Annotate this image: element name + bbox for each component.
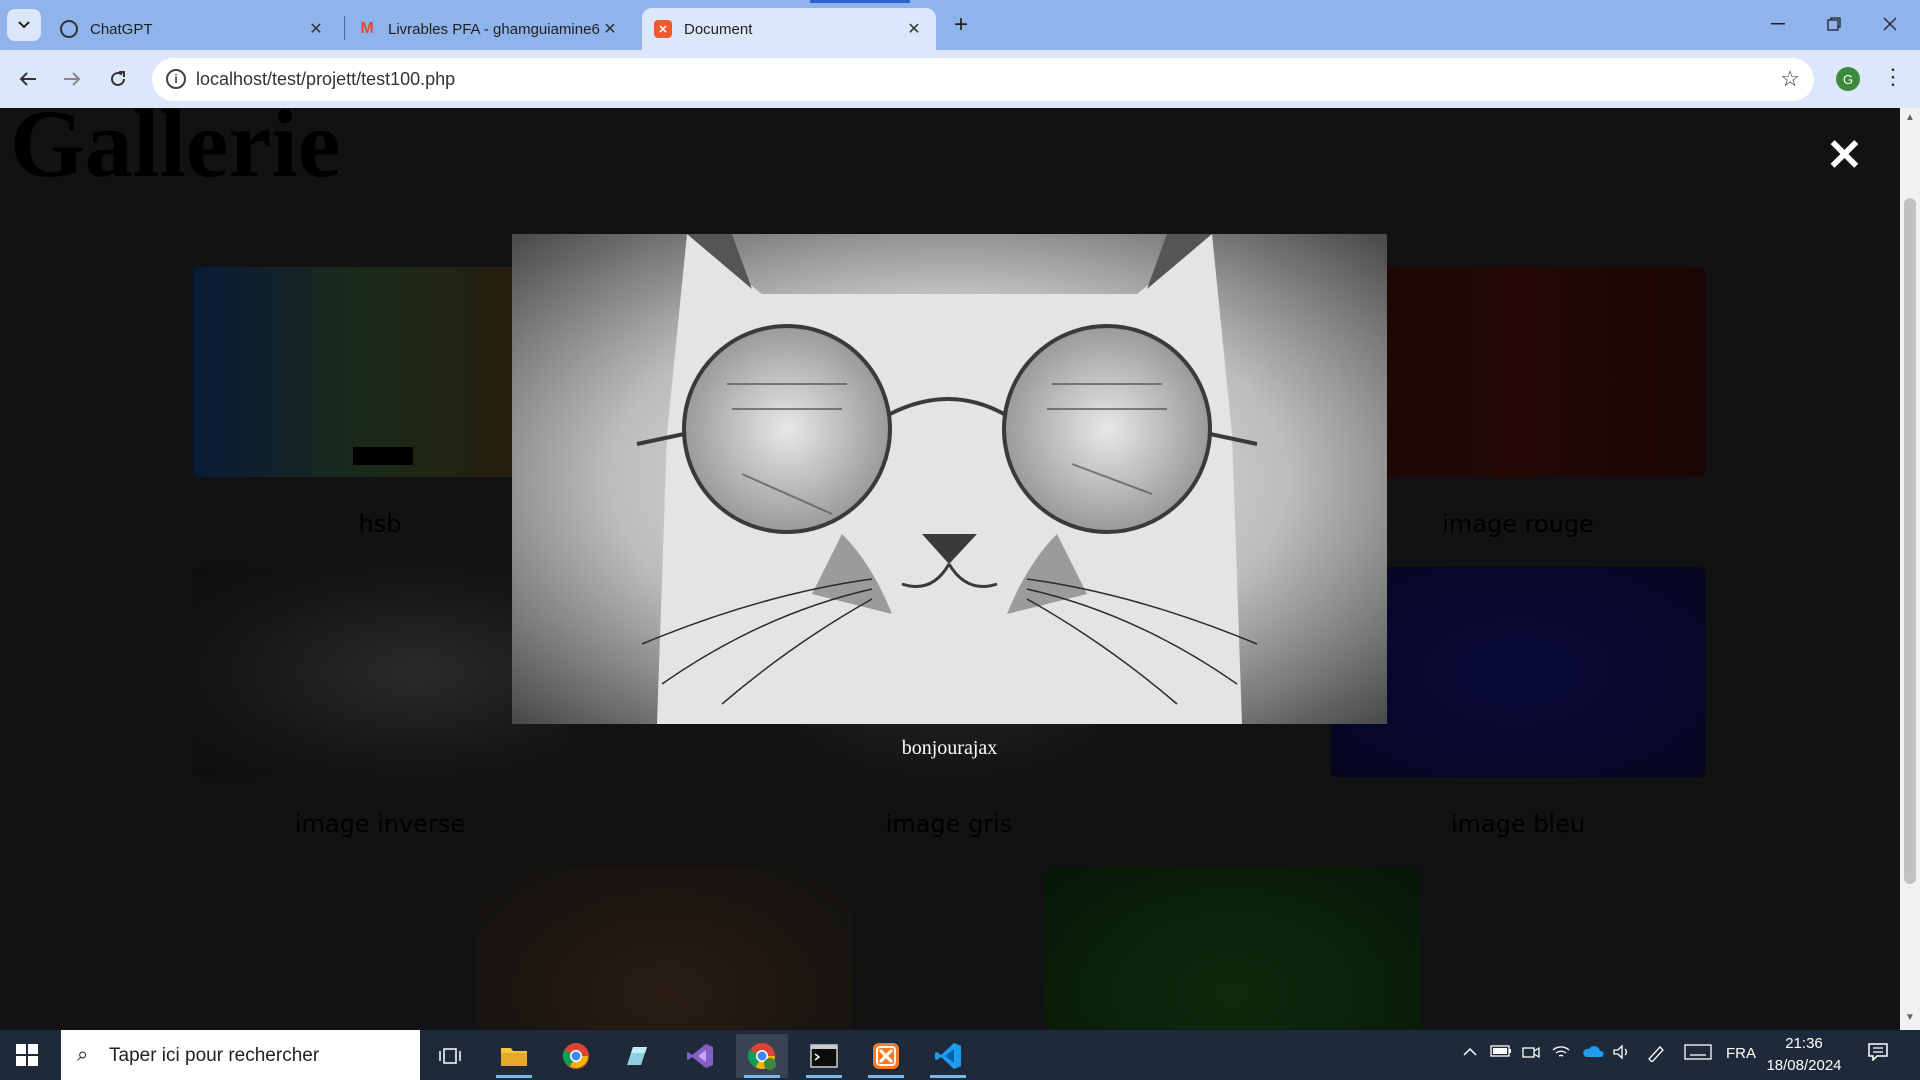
modal-image: [512, 234, 1387, 724]
modal-close-button[interactable]: ✕: [1826, 134, 1863, 178]
gallery-label-rouge: image rouge: [1442, 510, 1594, 538]
folder-icon: [501, 1048, 527, 1066]
task-view-button[interactable]: [424, 1034, 476, 1078]
scrollbar-thumb[interactable]: [1904, 198, 1916, 884]
taskbar-app-notes[interactable]: [610, 1034, 662, 1078]
xampp-icon: [873, 1043, 899, 1069]
tab-close-icon[interactable]: ✕: [306, 19, 326, 39]
minimize-button[interactable]: [1750, 0, 1806, 48]
site-info-icon[interactable]: i: [166, 69, 186, 89]
thumbnail-detail: [353, 447, 413, 465]
taskbar-file-explorer[interactable]: [488, 1034, 540, 1078]
minimize-icon: [1771, 23, 1785, 25]
clock-date[interactable]: 18/08/2024: [1766, 1057, 1842, 1074]
arrow-left-icon: [19, 72, 36, 86]
page-title: Gallerie: [10, 108, 341, 197]
tab-title: ChatGPT: [90, 20, 153, 38]
close-icon: [1883, 17, 1897, 31]
battery-icon[interactable]: [1490, 1044, 1512, 1061]
note-app-icon: [627, 1047, 647, 1065]
bookmark-star-icon[interactable]: ☆: [1780, 66, 1800, 92]
task-view-icon: [439, 1048, 461, 1064]
scroll-down-arrow-icon[interactable]: ▼: [1903, 1012, 1917, 1023]
chrome-profile-icon: [747, 1043, 776, 1070]
address-bar[interactable]: i localhost/test/projett/test100.php ☆: [152, 58, 1814, 101]
terminal-icon: [810, 1044, 838, 1068]
tab-chatgpt[interactable]: ChatGPT ✕: [48, 8, 338, 50]
pen-icon[interactable]: [1646, 1044, 1666, 1066]
reload-icon: [111, 71, 125, 86]
tab-close-icon[interactable]: ✕: [600, 19, 620, 39]
modal-caption: bonjourajax: [901, 737, 998, 759]
search-placeholder: Taper ici pour rechercher: [109, 1045, 320, 1066]
chrome-icon: [562, 1043, 589, 1069]
wifi-icon[interactable]: [1552, 1044, 1570, 1064]
keyboard-icon[interactable]: [1684, 1044, 1712, 1064]
forward-button[interactable]: [56, 63, 88, 95]
gallery-thumbnail-bleu[interactable]: [1331, 567, 1705, 777]
volume-icon[interactable]: [1612, 1044, 1632, 1064]
gallery-label-inverse: image inverse: [294, 810, 466, 838]
camera-icon[interactable]: [1522, 1044, 1540, 1064]
arrow-right-icon: [64, 72, 81, 86]
tab-search-button[interactable]: [7, 9, 41, 41]
gmail-favicon-icon: M: [360, 20, 374, 37]
visual-studio-icon: [687, 1044, 713, 1068]
xampp-favicon-icon: ✕: [654, 20, 672, 38]
new-tab-button[interactable]: +: [944, 8, 978, 42]
onedrive-icon[interactable]: [1582, 1044, 1604, 1062]
chevron-down-icon: [18, 21, 30, 29]
tab-title: Livrables PFA - ghamguiamine6: [388, 20, 600, 38]
taskbar-xampp[interactable]: [860, 1034, 912, 1078]
notifications-icon[interactable]: [1868, 1043, 1888, 1065]
gallery-label-hsb: hsb: [358, 510, 402, 538]
url-text[interactable]: localhost/test/projett/test100.php: [196, 69, 455, 90]
tab-loading-indicator: [810, 0, 910, 3]
browser-menu-icon[interactable]: ⋮: [1882, 64, 1904, 90]
restore-icon: [1827, 17, 1841, 31]
gallery-label-bleu: image bleu: [1450, 810, 1586, 838]
windows-start-icon[interactable]: [16, 1044, 38, 1066]
reload-button[interactable]: [102, 63, 134, 95]
search-icon: ⌕: [77, 1044, 89, 1066]
taskbar-chrome[interactable]: [550, 1034, 602, 1078]
taskbar-chrome-profile[interactable]: [736, 1034, 788, 1078]
gallery-thumbnail-rouge[interactable]: [1331, 267, 1705, 477]
scroll-up-arrow-icon[interactable]: ▲: [1903, 112, 1917, 123]
grayscale-cat-image: [512, 234, 1387, 724]
profile-avatar[interactable]: G: [1836, 67, 1860, 91]
gallery-thumbnail-row3-right[interactable]: [1046, 867, 1420, 1030]
tab-title: Document: [684, 20, 753, 38]
clock-time[interactable]: 21:36: [1766, 1035, 1842, 1052]
tab-close-icon[interactable]: ✕: [904, 19, 924, 39]
input-language[interactable]: FRA: [1726, 1045, 1756, 1062]
gallery-thumbnail-inverse[interactable]: [193, 567, 567, 777]
tab-document[interactable]: ✕ Document ✕: [642, 8, 936, 50]
tab-separator: [344, 16, 345, 40]
chatgpt-favicon-icon: [60, 20, 78, 38]
gallery-thumbnail-hsb[interactable]: [193, 267, 567, 477]
back-button[interactable]: [12, 63, 44, 95]
close-window-button[interactable]: [1862, 0, 1918, 48]
vscode-icon: [935, 1043, 961, 1069]
gallery-label-gris: image gris: [885, 810, 1013, 838]
taskbar-search-box[interactable]: ⌕ Taper ici pour rechercher: [61, 1030, 420, 1080]
taskbar-visual-studio[interactable]: [674, 1034, 726, 1078]
restore-button[interactable]: [1806, 0, 1862, 48]
taskbar-terminal[interactable]: [798, 1034, 850, 1078]
taskbar-vscode[interactable]: [922, 1034, 974, 1078]
gallery-thumbnail-row3-left[interactable]: [478, 867, 852, 1030]
tray-overflow-chevron-icon[interactable]: [1462, 1044, 1478, 1060]
tab-gmail[interactable]: M Livrables PFA - ghamguiamine6 ✕: [346, 8, 632, 50]
